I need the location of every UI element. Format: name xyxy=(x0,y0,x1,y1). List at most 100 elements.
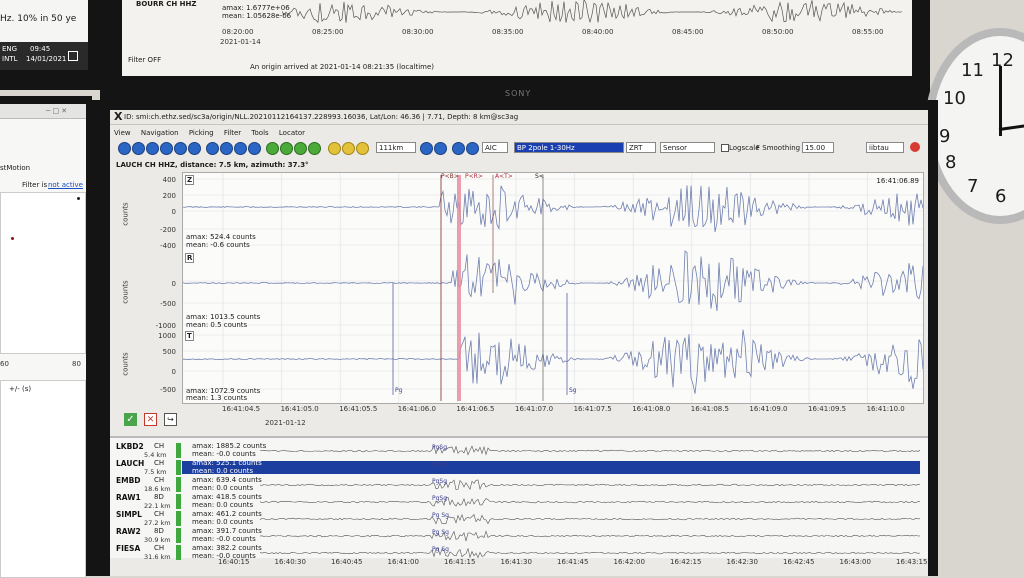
time-tick-label: 08:50:00 xyxy=(762,28,794,36)
station-network: CH xyxy=(154,459,165,467)
y-tick-label: -1000 xyxy=(155,322,176,330)
trace-plot[interactable]: 16:41:06.89 P<B> P<R> A<T> S< Pg Sg Z am… xyxy=(182,172,924,404)
station-row[interactable]: RAW2 8D 30.9 km amax: 391.7 counts mean: -0.… xyxy=(110,527,928,544)
station-network: 8D xyxy=(154,527,164,535)
station-network: CH xyxy=(154,476,165,484)
filter-select[interactable]: BP 2pole 1-30Hz xyxy=(514,142,624,153)
station-status-indicator xyxy=(176,443,181,458)
col-header[interactable]: +/- (s) xyxy=(9,385,31,393)
smoothing-value[interactable]: 15.00 xyxy=(802,142,834,153)
station-mean: mean: -0.0 counts xyxy=(192,450,256,458)
nav-next-icon[interactable] xyxy=(146,142,159,155)
distance-field[interactable]: 111km xyxy=(376,142,416,153)
menu-navigation[interactable]: Navigation xyxy=(141,129,179,137)
station-amax: amax: 382.2 counts xyxy=(192,544,262,552)
lang-intl[interactable]: INTL xyxy=(2,55,17,63)
zoom-in-icon[interactable] xyxy=(174,142,187,155)
arrow-left-icon[interactable] xyxy=(420,142,433,155)
time-tick-label: 08:30:00 xyxy=(402,28,434,36)
clock-number: 12 xyxy=(991,50,1014,71)
refresh-icon[interactable] xyxy=(280,142,293,155)
time-tick-label: 08:45:00 xyxy=(672,28,704,36)
station-network: CH xyxy=(154,544,165,552)
reject-button[interactable]: ✕ xyxy=(144,413,157,426)
left-axis-b: 80 xyxy=(72,360,81,368)
info-icon[interactable] xyxy=(356,142,369,155)
station-amax: amax: 1885.2 counts xyxy=(192,442,267,450)
trace-waveforms xyxy=(183,173,923,403)
window-titlebar: X ID: smi:ch.ethz.sed/sc3a/origin/NLL.20… xyxy=(110,110,928,125)
reload-icon[interactable] xyxy=(294,142,307,155)
step-back-icon[interactable] xyxy=(452,142,465,155)
accept-button[interactable]: ✓ xyxy=(124,413,137,426)
station-status-indicator xyxy=(176,477,181,492)
window-controls[interactable]: ─ □ ✕ xyxy=(46,107,67,115)
alert-icon[interactable] xyxy=(328,142,341,155)
left-filter-link[interactable]: not active xyxy=(48,181,83,189)
y-tick-label: 0 xyxy=(171,368,176,376)
sort-icon[interactable] xyxy=(234,142,247,155)
picker-select[interactable]: AIC xyxy=(482,142,508,153)
time-tick-label: 16:41:09.0 xyxy=(749,405,788,413)
units-select[interactable]: Sensor xyxy=(660,142,715,153)
station-row[interactable]: LKBD2 CH 5.4 km amax: 1885.2 counts mean: -0… xyxy=(110,442,928,459)
nav-last-icon[interactable] xyxy=(160,142,173,155)
time-tick-label: 16:41:04.5 xyxy=(222,405,261,413)
pick-label: P<B> xyxy=(441,173,459,180)
trace-time-axis: 16:41:04.5 16:41:05.0 16:41:05.5 16:41:06.0… xyxy=(182,405,922,415)
top-station-label: BOURR CH HHZ xyxy=(136,0,197,8)
left-axis-a: 60 xyxy=(0,360,9,368)
y-tick-label: 500 xyxy=(162,348,176,356)
station-name: LAUCH xyxy=(116,459,145,468)
top-waveform xyxy=(282,0,902,24)
station-row[interactable]: EMBD CH 18.6 km amax: 639.4 counts mean: 0.0… xyxy=(110,476,928,493)
selected-row-highlight xyxy=(182,461,920,474)
accept-icon[interactable] xyxy=(266,142,279,155)
r-amax: amax: 1013.5 counts xyxy=(186,313,261,321)
time-tick-label: 16:41:08.5 xyxy=(690,405,729,413)
warning-icon[interactable] xyxy=(342,142,355,155)
arrow-right-icon[interactable] xyxy=(434,142,447,155)
nav-first-icon[interactable] xyxy=(118,142,131,155)
menu-filter[interactable]: Filter xyxy=(224,129,241,137)
nav-prev-icon[interactable] xyxy=(132,142,145,155)
menu-bar: View Navigation Picking Filter Tools Loc… xyxy=(114,129,313,137)
time-tick-label: 16:43:00 xyxy=(839,558,871,566)
y-tick-label: 0 xyxy=(171,208,176,216)
scale-icon[interactable] xyxy=(206,142,219,155)
ylabel-counts: counts xyxy=(121,280,130,304)
agency-select[interactable]: iibtau xyxy=(866,142,904,153)
time-tick-label: 16:42:15 xyxy=(670,558,702,566)
station-row[interactable]: SIMPL CH 27.2 km amax: 461.2 counts mean: 0.… xyxy=(110,510,928,527)
lang-eng[interactable]: ENG xyxy=(2,45,17,53)
y-tick-label: 0 xyxy=(171,280,176,288)
filter-icon[interactable] xyxy=(248,142,261,155)
logscale-checkbox[interactable] xyxy=(721,144,729,152)
align-icon[interactable] xyxy=(220,142,233,155)
z-mean: mean: -0.6 counts xyxy=(186,241,250,249)
station-mean: mean: 0.0 counts xyxy=(192,518,254,526)
step-forward-icon[interactable] xyxy=(466,142,479,155)
next-button[interactable]: ↪ xyxy=(164,413,177,426)
t-mean: mean: 1.3 counts xyxy=(186,394,248,402)
notification-icon[interactable] xyxy=(68,51,78,61)
menu-tools[interactable]: Tools xyxy=(251,129,268,137)
menu-locator[interactable]: Locator xyxy=(279,129,305,137)
corner-time: 16:41:06.89 xyxy=(876,177,919,185)
time-tick-label: 16:41:07.0 xyxy=(515,405,554,413)
station-row[interactable]: RAW1 8D 22.1 km amax: 418.5 counts mean: 0.0… xyxy=(110,493,928,510)
zoom-out-icon[interactable] xyxy=(188,142,201,155)
taskbar-date: 14/01/2021 xyxy=(26,55,67,63)
menu-picking[interactable]: Picking xyxy=(189,129,214,137)
left-text-fragment: Hz. 10% in 50 ye xyxy=(0,14,77,24)
time-tick-label: 16:41:06.5 xyxy=(456,405,495,413)
rotation-select[interactable]: ZRT xyxy=(626,142,656,153)
left-panel-title: stMotion xyxy=(0,164,31,172)
relocate-icon[interactable] xyxy=(308,142,321,155)
stop-icon[interactable] xyxy=(910,142,920,152)
station-row[interactable]: LAUCH CH 7.5 km amax: 525.1 counts mean: 0.0… xyxy=(110,459,928,476)
menu-view[interactable]: View xyxy=(114,129,131,137)
station-distance: 22.1 km xyxy=(144,502,171,510)
time-tick-label: 16:41:09.5 xyxy=(808,405,847,413)
time-tick-label: 16:42:00 xyxy=(613,558,645,566)
